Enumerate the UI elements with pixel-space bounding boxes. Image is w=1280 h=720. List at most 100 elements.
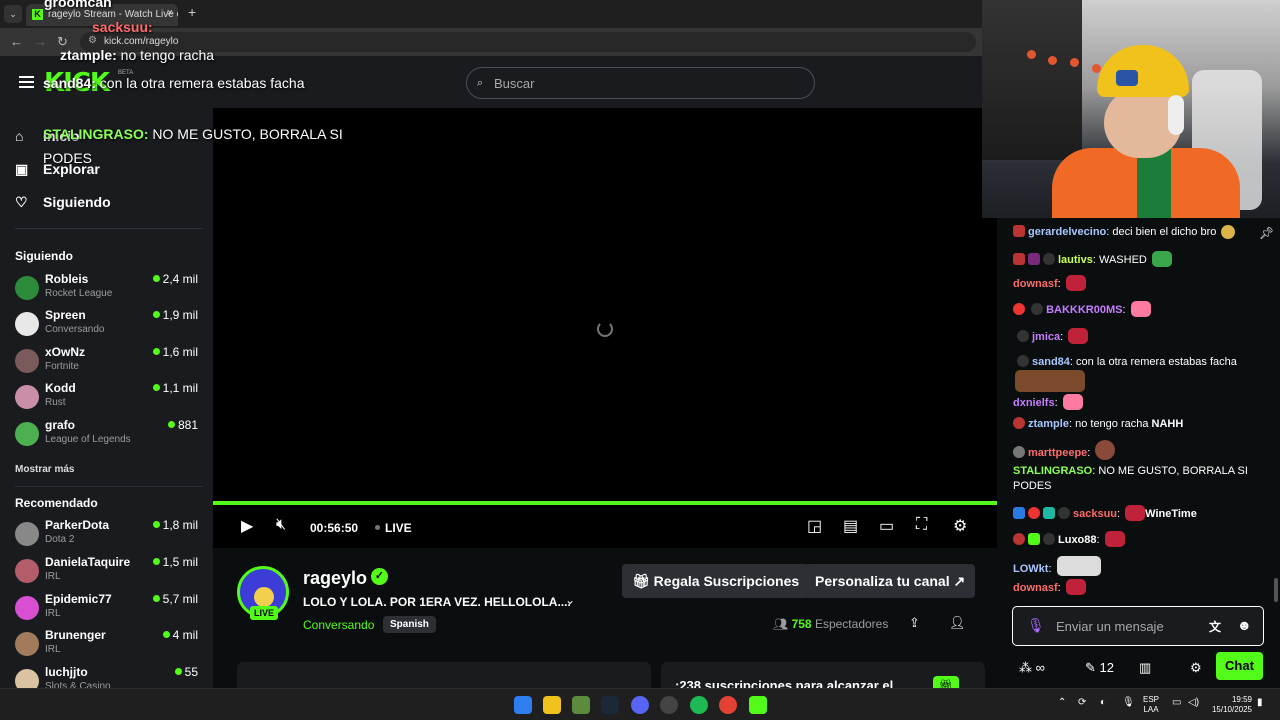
chat-message[interactable]: LOWkt: — [1013, 556, 1263, 577]
chevron-down-icon[interactable]: ⌄ — [565, 593, 575, 607]
microphone-icon[interactable]: 🎙︎ — [1122, 697, 1135, 708]
menu-icon[interactable] — [19, 76, 34, 88]
chat-username[interactable]: jmica — [1032, 331, 1060, 343]
sidebar-channel[interactable]: grafo League of Legends 881 — [15, 418, 205, 452]
live-indicator[interactable]: LIVE — [375, 521, 412, 535]
emoji-icon — [1221, 225, 1236, 239]
chat-settings-icon[interactable]: ⚙ — [1190, 660, 1202, 676]
tray-app-icon[interactable]: ⟳ — [1078, 697, 1086, 708]
chat-message[interactable]: gerardelvecino: deci bien el dicho bro — [1013, 225, 1263, 240]
settings-gear-icon[interactable]: ⚙ — [953, 516, 967, 536]
sidebar-channel[interactable]: Robleis Rocket League 2,4 mil — [15, 272, 205, 306]
gift-subs-button[interactable]: 🎁︎ Regala Suscripciones — [622, 564, 810, 598]
volume-icon[interactable]: ◁) — [1188, 697, 1199, 708]
file-explorer-icon[interactable] — [543, 696, 561, 714]
sidebar-channel[interactable]: ParkerDota Dota 2 1,8 mil — [15, 518, 205, 552]
chat-username[interactable]: LOWkt — [1013, 563, 1048, 575]
chat-username[interactable]: lautivs — [1058, 254, 1093, 266]
language-indicator[interactable]: ESP LAA — [1143, 695, 1159, 715]
customize-channel-button[interactable]: Personaliza tu canal ↗ — [805, 564, 976, 598]
spotify-icon[interactable] — [690, 696, 708, 714]
sidebar-channel[interactable]: Kodd Rust 1,1 mil — [15, 381, 205, 415]
chat-username[interactable]: Luxo88 — [1058, 534, 1097, 546]
stream-category[interactable]: Conversando — [303, 618, 374, 632]
mini-player-icon[interactable]: ◲ — [807, 516, 822, 536]
network-icon[interactable]: ▭ — [1172, 697, 1181, 708]
sidebar-channel[interactable]: Spreen Conversando 1,9 mil — [15, 308, 205, 342]
new-tab-button[interactable]: + — [188, 4, 196, 20]
progress-bar[interactable] — [213, 501, 997, 505]
chat-message[interactable]: downasf: — [1013, 275, 1263, 292]
chat-message[interactable]: Luxo88: — [1013, 531, 1263, 548]
chat-input[interactable]: 🎙︎ Enviar un mensaje 文 ☻ — [1012, 606, 1264, 646]
chat-message[interactable]: sacksuu: WineTime — [1013, 505, 1263, 522]
chat-message[interactable]: dxnielfs: — [1013, 394, 1263, 411]
chat-username[interactable]: sand84 — [1032, 356, 1070, 368]
forward-icon[interactable]: → — [34, 34, 47, 49]
clip-icon[interactable]: ▤ — [843, 516, 858, 536]
kicks-icon[interactable]: ✎ 12 — [1085, 660, 1114, 676]
chat-username[interactable]: gerardelvecino — [1028, 226, 1106, 238]
chat-message[interactable]: downasf: — [1013, 579, 1263, 596]
minecraft-icon[interactable] — [572, 696, 590, 714]
chat-username[interactable]: ztample — [1028, 418, 1069, 430]
sidebar-channel[interactable]: DanielaTaquire IRL 1,5 mil — [15, 555, 205, 589]
notification-icon[interactable]: ▮ — [1257, 697, 1263, 708]
microphone-icon[interactable]: 🎙︎ — [1027, 617, 1045, 634]
chat-message[interactable]: sand84: con la otra remera estabas facha — [1013, 355, 1263, 393]
windows-start-icon[interactable] — [514, 696, 532, 714]
share-icon[interactable]: ⇪ — [909, 615, 920, 631]
tray-app-icon[interactable]: ◐ — [1100, 697, 1106, 708]
emoji-picker-icon[interactable]: ☻ — [1237, 617, 1252, 633]
chat-message[interactable]: STALINGRASO: NO ME GUSTO, BORRALA SI PODE… — [1013, 464, 1263, 494]
play-icon[interactable]: ▶ — [241, 516, 253, 536]
chat-username[interactable]: STALINGRASO — [1013, 465, 1092, 477]
chat-username[interactable]: downasf — [1013, 278, 1058, 290]
back-icon[interactable]: ← — [10, 34, 23, 49]
clock[interactable]: 19:59 15/10/2025 — [1205, 695, 1252, 715]
translate-icon[interactable]: 文 — [1209, 618, 1221, 635]
close-tab-icon[interactable]: × — [167, 7, 173, 19]
kick-app-icon[interactable] — [749, 696, 767, 714]
chat-username[interactable]: BAKKKR00MS — [1046, 304, 1122, 316]
theater-mode-icon[interactable]: ▭ — [879, 516, 894, 536]
sidebar-channel[interactable]: Epidemic77 IRL 5,7 mil — [15, 592, 205, 626]
chat-message[interactable]: ztample: no tengo racha NAHH — [1013, 417, 1263, 432]
discord-icon[interactable] — [631, 696, 649, 714]
channel-name[interactable]: rageylo — [303, 568, 367, 589]
show-more-link[interactable]: Mostrar más — [15, 464, 74, 475]
send-chat-button[interactable]: Chat — [1216, 652, 1263, 680]
fullscreen-icon[interactable]: ⛶ — [916, 516, 927, 534]
search-input[interactable]: ⌕ Buscar — [466, 67, 815, 99]
chat-message[interactable]: lautivs: WASHED — [1013, 251, 1263, 268]
following-section-title: Siguiendo — [15, 249, 73, 263]
chat-username[interactable]: downasf — [1013, 582, 1058, 594]
video-player[interactable]: ▶ 🔇︎ 00:56:50 LIVE ◲ ▤ ▭ ⛶ ⚙ — [213, 108, 997, 548]
store-icon[interactable]: ▥ — [1139, 660, 1151, 676]
address-bar[interactable]: ⚙ kick.com/rageylo — [80, 32, 976, 52]
github-icon[interactable] — [660, 696, 678, 714]
sidebar-channel[interactable]: Brunenger IRL 4 mil — [15, 628, 205, 662]
chat-message[interactable]: BAKKKR00MS: — [1013, 301, 1263, 318]
chat-username[interactable]: sacksuu — [1073, 508, 1117, 520]
infinity-icon[interactable]: ⁂ ∞ — [1019, 660, 1045, 676]
follow-user-icon[interactable]: 👤︎ — [949, 615, 966, 631]
tray-chevron-icon[interactable]: ⌃ — [1058, 697, 1066, 708]
language-tag[interactable]: Spanish — [383, 616, 436, 633]
chat-message[interactable]: marttpeepe: — [1013, 440, 1263, 461]
steam-icon[interactable] — [601, 696, 619, 714]
loading-spinner-icon — [597, 321, 613, 337]
channel-category: Conversando — [45, 324, 105, 335]
sidebar-channel[interactable]: xOwNz Fortnite 1,6 mil — [15, 345, 205, 379]
chat-scrollbar[interactable] — [1274, 578, 1278, 602]
mute-icon[interactable]: 🔇︎ — [276, 516, 286, 534]
chrome-icon[interactable] — [719, 696, 737, 714]
site-info-icon[interactable]: ⚙ — [88, 35, 97, 46]
timecode: 00:56:50 — [310, 521, 359, 535]
chat-username[interactable]: dxnielfs — [1013, 397, 1055, 409]
chat-message[interactable]: jmica: — [1013, 328, 1263, 345]
viewer-count: 55 — [174, 665, 198, 679]
tab-search-button[interactable]: ⌄ — [4, 5, 22, 23]
users-icon: 👥︎ — [773, 617, 792, 631]
chat-username[interactable]: marttpeepe — [1028, 447, 1087, 459]
